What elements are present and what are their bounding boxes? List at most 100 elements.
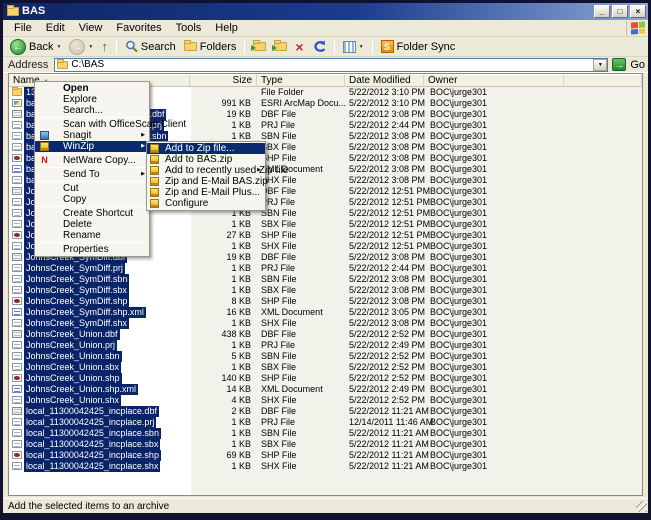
menu-edit[interactable]: Edit — [39, 21, 72, 35]
file-row[interactable]: JohnsCreek_Union.sbn5 KBSBN File5/22/201… — [9, 351, 642, 362]
menu-view[interactable]: View — [72, 21, 110, 35]
file-name[interactable]: JohnsCreek_SymDiff.sbx — [24, 285, 129, 296]
search-button[interactable]: Search — [122, 40, 179, 53]
file-row[interactable]: JohnsCreek_Union.sbx1 KBSBX File5/22/201… — [9, 362, 642, 373]
file-name[interactable]: JohnsCreek_SymDiff.shp.xml — [24, 307, 146, 318]
back-dropdown-icon[interactable]: ▼ — [56, 44, 61, 50]
menu-file[interactable]: File — [7, 21, 39, 35]
file-name[interactable]: local_11300042425_incplace.dbf — [24, 406, 159, 417]
undo-button[interactable] — [309, 40, 329, 53]
folder-sync-button[interactable]: S Folder Sync — [378, 40, 459, 53]
file-type: SHX File — [261, 461, 297, 472]
folders-button[interactable]: Folders — [181, 41, 240, 53]
file-name[interactable]: JohnsCreek_SymDiff.shp — [24, 296, 129, 307]
file-row[interactable]: local_11300042425_incplace.sbn1 KBSBN Fi… — [9, 428, 642, 439]
file-row[interactable]: JohnsCreek_Union.shp.xml14 KBXML Documen… — [9, 384, 642, 395]
file-row[interactable]: local_11300042425_incplace.shx1 KBSHX Fi… — [9, 461, 642, 472]
file-name[interactable]: local_11300042425_incplace.shx — [24, 461, 160, 472]
file-name[interactable]: JohnsCreek_Union.shp — [24, 373, 122, 384]
forward-button[interactable]: → ▼ — [66, 39, 96, 55]
context-menu-item[interactable]: Explore — [35, 94, 149, 105]
context-menu-item[interactable]: Properties — [35, 244, 149, 255]
file-owner: BOC\jurge301 — [430, 329, 487, 340]
file-name[interactable]: JohnsCreek_SymDiff.prj — [24, 263, 125, 274]
file-type: DBF File — [261, 406, 296, 417]
file-row[interactable]: JohnsCreek_SymDiff.shx1 KBSHX File5/22/2… — [9, 318, 642, 329]
menu-item-label: Open — [63, 83, 89, 94]
context-menu-item[interactable]: Snagit▶ — [35, 130, 149, 141]
views-dropdown-icon[interactable]: ▼ — [359, 44, 364, 50]
file-name[interactable]: local_11300042425_incplace.shp — [24, 450, 161, 461]
file-row[interactable]: local_11300042425_incplace.shp69 KBSHP F… — [9, 450, 642, 461]
file-name[interactable]: JohnsCreek_Union.sbx — [24, 362, 121, 373]
minimize-button[interactable]: _ — [594, 5, 610, 18]
file-row[interactable]: JohnsCreek_Union.dbf438 KBDBF File5/22/2… — [9, 329, 642, 340]
column-header-type[interactable]: Type — [257, 74, 345, 87]
context-menu-item[interactable]: Rename — [35, 230, 149, 241]
context-menu-item[interactable]: Delete — [35, 219, 149, 230]
maximize-button[interactable]: □ — [612, 5, 628, 18]
file-name[interactable]: local_11300042425_incplace.sbx — [24, 439, 160, 450]
menu-tools[interactable]: Tools — [169, 21, 209, 35]
file-row[interactable]: local_11300042425_incplace.sbx1 KBSBX Fi… — [9, 439, 642, 450]
file-row[interactable]: JohnsCreek_Union.shp140 KBSHP File5/22/2… — [9, 373, 642, 384]
resize-grip[interactable] — [636, 501, 647, 512]
context-menu-item[interactable]: Cut — [35, 183, 149, 194]
file-name[interactable]: JohnsCreek_Union.prj — [24, 340, 117, 351]
file-date-modified: 5/22/2012 2:49 PM — [349, 384, 425, 395]
winzip-submenu-item[interactable]: Add to BAS.zip — [147, 154, 265, 165]
file-type: SBN File — [261, 274, 297, 285]
go-icon[interactable]: → — [612, 58, 626, 71]
menu-favorites[interactable]: Favorites — [109, 21, 168, 35]
file-name[interactable]: JohnsCreek_SymDiff.shx — [24, 318, 129, 329]
file-row[interactable]: JohnsCreek_SymDiff.shp.xml16 KBXML Docum… — [9, 307, 642, 318]
move-to-button[interactable] — [250, 42, 269, 51]
column-header-owner[interactable]: Owner — [424, 74, 564, 87]
file-row[interactable]: JohnsCreek_SymDiff.prj1 KBPRJ File5/22/2… — [9, 263, 642, 274]
up-button[interactable]: ↑ — [98, 39, 111, 55]
file-date-modified: 5/22/2012 3:08 PM — [349, 175, 425, 186]
address-dropdown-button[interactable]: ▼ — [593, 59, 607, 71]
column-header-size[interactable]: Size — [190, 74, 257, 87]
file-row[interactable]: JohnsCreek_SymDiff.shp8 KBSHP File5/22/2… — [9, 296, 642, 307]
delete-button[interactable]: × — [292, 39, 306, 55]
context-menu-item[interactable]: Copy — [35, 194, 149, 205]
forward-dropdown-icon[interactable]: ▼ — [88, 44, 93, 50]
winzip-submenu-item[interactable]: Zip and E-Mail BAS.zip — [147, 176, 265, 187]
file-name[interactable]: JohnsCreek_SymDiff.sbn — [24, 274, 129, 285]
winzip-submenu-item[interactable]: Configure — [147, 198, 265, 209]
context-menu-item[interactable]: Open — [35, 83, 149, 94]
title-bar[interactable]: BAS _ □ × — [3, 3, 648, 20]
close-button[interactable]: × — [630, 5, 646, 18]
winzip-submenu-item[interactable]: Add to Zip file... — [147, 143, 265, 154]
file-name[interactable]: local_11300042425_incplace.prj — [24, 417, 156, 428]
context-menu-item[interactable]: Send To▶ — [35, 169, 149, 180]
file-row[interactable]: JohnsCreek_SymDiff.sbx1 KBSBX File5/22/2… — [9, 285, 642, 296]
file-row[interactable]: JohnsCreek_Union.shx4 KBSHX File5/22/201… — [9, 395, 642, 406]
winzip-submenu-item[interactable]: Zip and E-Mail Plus... — [147, 187, 265, 198]
file-name[interactable]: JohnsCreek_Union.shx — [24, 395, 121, 406]
column-header-date-modified[interactable]: Date Modified — [345, 74, 424, 87]
shp-icon — [12, 154, 22, 162]
file-name[interactable]: JohnsCreek_Union.dbf — [24, 329, 120, 340]
file-row[interactable]: local_11300042425_incplace.dbf2 KBDBF Fi… — [9, 406, 642, 417]
context-menu-item[interactable]: Search... — [35, 105, 149, 116]
address-input[interactable]: C:\BAS ▼ — [54, 58, 608, 72]
address-value[interactable]: C:\BAS — [71, 59, 590, 71]
file-name[interactable]: JohnsCreek_Union.shp.xml — [24, 384, 138, 395]
file-name[interactable]: JohnsCreek_Union.sbn — [24, 351, 122, 362]
winzip-submenu-item[interactable]: Add to recently used Zip file▶ — [147, 165, 265, 176]
context-menu-item[interactable]: NNetWare Copy... — [35, 155, 149, 166]
back-button[interactable]: ← Back ▼ — [7, 39, 64, 55]
context-menu-item[interactable]: WinZip▶ — [35, 141, 149, 152]
go-label[interactable]: Go — [630, 59, 645, 71]
file-row[interactable]: JohnsCreek_Union.prj1 KBPRJ File5/22/201… — [9, 340, 642, 351]
context-menu-item[interactable]: Scan with OfficeScan Client — [35, 119, 149, 130]
copy-to-button[interactable] — [271, 42, 290, 51]
context-menu-item[interactable]: Create Shortcut — [35, 208, 149, 219]
views-button[interactable]: ▼ — [340, 41, 367, 53]
menu-help[interactable]: Help — [208, 21, 245, 35]
file-row[interactable]: JohnsCreek_SymDiff.sbn1 KBSBN File5/22/2… — [9, 274, 642, 285]
file-name[interactable]: local_11300042425_incplace.sbn — [24, 428, 161, 439]
file-row[interactable]: local_11300042425_incplace.prj1 KBPRJ Fi… — [9, 417, 642, 428]
